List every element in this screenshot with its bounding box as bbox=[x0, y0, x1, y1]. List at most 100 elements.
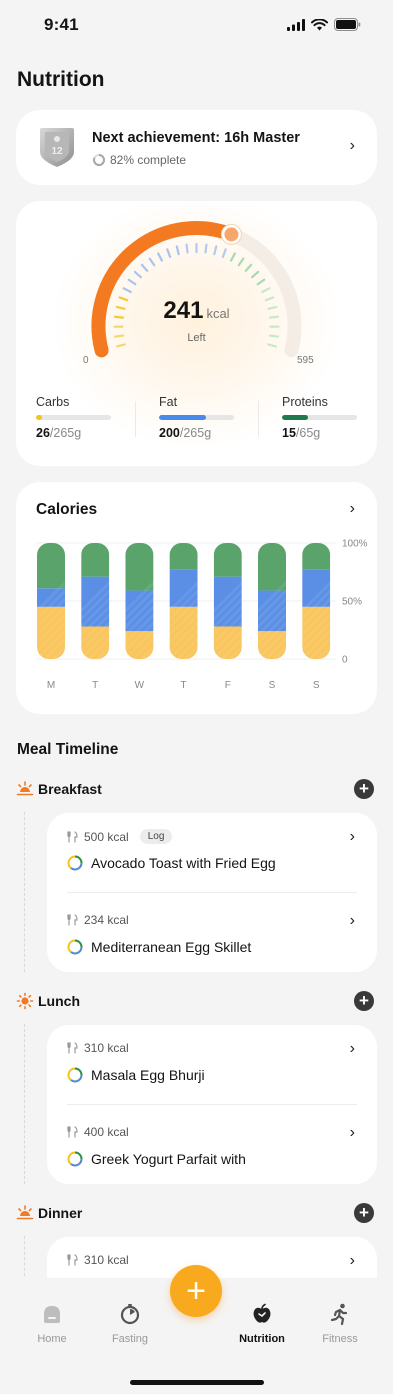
macro-divider bbox=[135, 401, 136, 437]
meal-item[interactable]: 400 kcal Greek Yogurt Parfait with › bbox=[47, 1109, 377, 1193]
bar-segment bbox=[169, 543, 198, 570]
home-indicator bbox=[130, 1380, 264, 1385]
meal-item-name: Mediterranean Egg Skillet bbox=[67, 939, 251, 955]
meal-card-lunch: 310 kcal Masala Egg Bhurji › 400 kcal Gr… bbox=[47, 1025, 377, 1184]
progress-ring-icon bbox=[93, 154, 105, 166]
gauge-tick bbox=[267, 343, 278, 348]
bar-texture bbox=[366, 543, 377, 659]
gauge-tick bbox=[185, 243, 189, 254]
sun-icon bbox=[16, 992, 34, 1010]
chevron-right-icon[interactable]: › bbox=[350, 138, 355, 154]
chevron-right-icon[interactable]: › bbox=[350, 1253, 355, 1269]
meal-item-kcal: 234 kcal bbox=[67, 913, 129, 927]
chevron-right-icon[interactable]: › bbox=[350, 913, 355, 929]
macro-value: 15/65g bbox=[282, 426, 321, 440]
add-breakfast-button[interactable]: + bbox=[354, 779, 374, 799]
meal-item[interactable]: 234 kcal Mediterranean Egg Skillet › bbox=[47, 897, 377, 981]
macro-progress-fill bbox=[36, 415, 42, 420]
gauge-tick bbox=[213, 245, 218, 256]
calories-card[interactable]: Calories › 100% 50% 0 M T W T F S S bbox=[16, 482, 377, 714]
macro-name: Fat bbox=[159, 395, 178, 409]
achievement-title: Next achievement: 16h Master bbox=[92, 130, 300, 146]
chevron-right-icon[interactable]: › bbox=[350, 1041, 355, 1057]
wifi-icon bbox=[311, 18, 328, 30]
macro-name: Proteins bbox=[282, 395, 328, 409]
achievement-progress-text: 82% complete bbox=[110, 153, 187, 167]
gauge-tick bbox=[122, 287, 132, 294]
tab-fasting[interactable]: Fasting bbox=[90, 1302, 170, 1345]
tab-fitness[interactable]: Fitness bbox=[300, 1302, 380, 1345]
tab-label: Nutrition bbox=[239, 1333, 285, 1345]
bar-segment bbox=[37, 543, 65, 589]
macro-progress-bar bbox=[282, 415, 357, 420]
macro-carbs: Carbs 26/265g bbox=[36, 395, 136, 440]
gauge-tick bbox=[148, 257, 156, 267]
timer-icon bbox=[120, 1304, 140, 1325]
macro-name: Carbs bbox=[36, 395, 70, 409]
gauge-tick bbox=[127, 278, 137, 286]
sunset-icon bbox=[16, 1205, 34, 1220]
x-tick-label: S bbox=[313, 680, 320, 691]
add-fab-button[interactable]: + bbox=[170, 1265, 222, 1317]
achievement-badge-icon: 12 bbox=[40, 128, 74, 167]
add-lunch-button[interactable]: + bbox=[354, 991, 374, 1011]
meal-name: Lunch bbox=[38, 993, 80, 1009]
runner-icon bbox=[330, 1303, 348, 1325]
x-tick-label: W bbox=[135, 680, 145, 691]
achievement-card[interactable]: 12 Next achievement: 16h Master 82% comp… bbox=[16, 110, 377, 185]
meal-item[interactable]: 500 kcal Log Avocado Toast with Fried Eg… bbox=[47, 813, 377, 897]
gauge-max-label: 595 bbox=[297, 355, 314, 366]
meal-item-name: Avocado Toast with Fried Egg bbox=[67, 855, 276, 871]
meal-item-name: Greek Yogurt Parfait with bbox=[67, 1151, 246, 1167]
y-tick-label: 50% bbox=[342, 597, 362, 608]
signal-icon bbox=[287, 18, 305, 31]
meal-item-kcal: 500 kcal Log bbox=[67, 829, 173, 844]
macro-progress-bar bbox=[36, 415, 111, 420]
meal-header-breakfast: Breakfast + bbox=[16, 778, 377, 800]
divider bbox=[67, 1104, 357, 1105]
tab-nutrition[interactable]: Nutrition bbox=[222, 1302, 302, 1345]
x-tick-label: S bbox=[269, 680, 276, 691]
gauge-knob-inner bbox=[224, 227, 239, 242]
gauge-tick bbox=[133, 270, 142, 279]
chevron-right-icon[interactable]: › bbox=[350, 829, 355, 845]
gauge-tick bbox=[229, 252, 236, 262]
macro-value: 200/265g bbox=[159, 426, 212, 440]
macro-value: 26/265g bbox=[36, 426, 82, 440]
log-tag[interactable]: Log bbox=[139, 829, 173, 844]
tab-home[interactable]: Home bbox=[12, 1302, 92, 1345]
gauge-tick bbox=[244, 263, 253, 272]
y-tick-label: 100% bbox=[342, 539, 368, 550]
meal-item-kcal: 310 kcal bbox=[67, 1253, 129, 1267]
bar-segment bbox=[302, 543, 331, 570]
macro-progress-bar bbox=[159, 415, 234, 420]
macros-row: Carbs 26/265g Fat 200/265g Proteins 15/6… bbox=[16, 395, 377, 445]
y-tick-label: 0 bbox=[342, 655, 348, 666]
gauge-min-label: 0 bbox=[83, 355, 89, 366]
fork-knife-icon bbox=[67, 1126, 78, 1138]
macro-ring-icon bbox=[67, 1067, 83, 1083]
gauge-tick bbox=[251, 270, 260, 279]
macro-progress-fill bbox=[282, 415, 309, 420]
macro-ring-icon bbox=[67, 855, 83, 871]
status-icons bbox=[287, 18, 361, 31]
macro-proteins: Proteins 15/65g bbox=[282, 395, 377, 440]
gauge-tick bbox=[166, 248, 172, 258]
x-tick-label: T bbox=[92, 680, 98, 691]
gauge-tick bbox=[261, 287, 271, 294]
fork-knife-icon bbox=[67, 830, 78, 843]
bar-texture bbox=[374, 543, 377, 659]
bar-segment bbox=[125, 543, 154, 591]
meal-name: Dinner bbox=[38, 1205, 83, 1221]
fork-knife-icon bbox=[67, 914, 78, 926]
meal-item[interactable]: 310 kcal Masala Egg Bhurji › bbox=[47, 1025, 377, 1109]
apple-icon bbox=[253, 1303, 271, 1323]
chevron-right-icon[interactable]: › bbox=[350, 1125, 355, 1141]
add-dinner-button[interactable]: + bbox=[354, 1203, 374, 1223]
gauge-tick bbox=[221, 248, 227, 258]
macro-divider bbox=[258, 401, 259, 437]
calories-unit: kcal bbox=[206, 306, 230, 321]
meal-item-name: Masala Egg Bhurji bbox=[67, 1067, 205, 1083]
x-tick-label: F bbox=[225, 680, 231, 691]
status-time: 9:41 bbox=[44, 15, 79, 34]
